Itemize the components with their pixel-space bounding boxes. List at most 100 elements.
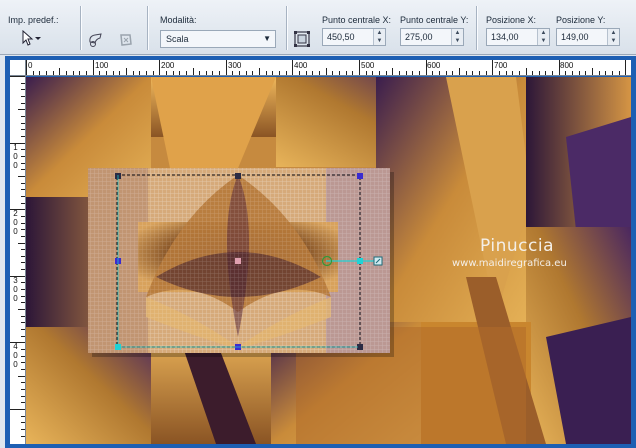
ruler-tick (259, 68, 261, 75)
ruler-tick (18, 375, 25, 377)
ruler-tick (325, 68, 327, 75)
ruler-tick (452, 71, 454, 75)
watermark-url: www.maidiregrafica.eu (452, 258, 567, 269)
center-y-stepper[interactable]: ▲ ▼ (451, 29, 463, 45)
ruler-tick (212, 71, 214, 75)
ruler-label: 0 (13, 360, 18, 369)
ruler-tick (59, 68, 61, 75)
ruler-tick (65, 71, 67, 75)
center-x-stepper[interactable]: ▲ ▼ (373, 29, 385, 45)
ruler-tick (585, 71, 587, 75)
ruler-tick (21, 428, 25, 430)
ruler-tick (21, 135, 25, 137)
ruler-label: 300 (228, 61, 242, 70)
mode-select[interactable]: Scala ▼ (160, 30, 276, 48)
ruler-tick (232, 71, 234, 75)
position-x-field[interactable]: 134,00 ▲ ▼ (486, 28, 550, 46)
ruler-tick (612, 71, 614, 75)
arrow-cursor-icon (22, 30, 41, 46)
ruler-tick (21, 155, 25, 157)
ruler-label: 500 (361, 61, 375, 70)
center-y-label: Punto centrale Y: (400, 15, 469, 25)
ruler-tick (21, 402, 25, 404)
ruler-tick (21, 249, 25, 251)
ruler-tick (292, 60, 294, 75)
ruler-tick (385, 71, 387, 75)
ruler-tick (512, 71, 514, 75)
ruler-tick (10, 209, 25, 211)
ruler-tick (345, 71, 347, 75)
center-y-field[interactable]: 275,00 ▲ ▼ (400, 28, 464, 46)
ruler-tick (485, 71, 487, 75)
center-x-label: Punto centrale X: (322, 15, 392, 25)
preset-picker-button[interactable] (18, 28, 44, 48)
ruler-tick (598, 71, 600, 75)
ruler-tick (172, 71, 174, 75)
save-preset-button[interactable] (86, 30, 106, 50)
position-x-value: 134,00 (491, 32, 519, 42)
ruler-label: 2 (13, 209, 18, 218)
ruler-tick (21, 322, 25, 324)
ruler-tick (552, 71, 554, 75)
ruler-tick (518, 71, 520, 75)
ruler-tick (532, 71, 534, 75)
ruler-tick (21, 315, 25, 317)
mode-value: Scala (166, 34, 189, 44)
ruler-tick (165, 71, 167, 75)
ruler-tick (279, 71, 281, 75)
ruler-tick (21, 415, 25, 417)
ruler-tick (239, 71, 241, 75)
separator (147, 6, 148, 50)
ruler-tick (26, 60, 27, 75)
ruler-tick (21, 89, 25, 91)
ruler-tick (545, 71, 547, 75)
ruler-tick (21, 289, 25, 291)
ruler-tick (252, 71, 254, 75)
ruler-label: 0 (28, 61, 33, 70)
vertical-ruler[interactable]: 1 0 0 2 0 0 3 0 0 4 0 0 (10, 76, 26, 444)
ruler-tick (21, 435, 25, 437)
ruler-tick (21, 329, 25, 331)
ruler-tick (21, 122, 25, 124)
ruler-tick (21, 82, 25, 84)
ruler-corner (10, 60, 26, 76)
tool-options-bar: Imp. predef.: Modalità: Scala ▼ Punto ce… (0, 0, 636, 55)
ruler-tick (472, 71, 474, 75)
transform-button[interactable] (292, 29, 312, 49)
ruler-tick (412, 71, 414, 75)
ruler-tick (625, 60, 627, 75)
ruler-tick (205, 71, 207, 75)
center-y-value: 275,00 (405, 32, 433, 42)
ruler-tick (438, 71, 440, 75)
center-x-value: 450,50 (327, 32, 355, 42)
position-x-label: Posizione X: (486, 15, 537, 25)
ruler-label: 100 (95, 61, 109, 70)
ruler-tick (21, 202, 25, 204)
ruler-tick (21, 235, 25, 237)
ruler-tick (139, 71, 141, 75)
ruler-tick (10, 342, 25, 344)
center-x-field[interactable]: 450,50 ▲ ▼ (322, 28, 386, 46)
preset-edit-icon (89, 33, 102, 47)
horizontal-ruler[interactable]: 0 100 200 300 400 500 600 700 800 (26, 60, 631, 76)
ruler-tick (505, 71, 507, 75)
position-x-stepper[interactable]: ▲ ▼ (537, 29, 549, 45)
watermark-name: Pinuccia (480, 236, 554, 256)
ruler-tick (445, 71, 447, 75)
ruler-tick (21, 422, 25, 424)
reset-preset-button[interactable] (116, 30, 136, 50)
ruler-tick (21, 189, 25, 191)
ruler-tick (112, 71, 114, 75)
separator (476, 6, 477, 50)
ruler-tick (465, 71, 467, 75)
ruler-tick (332, 71, 334, 75)
ruler-tick (132, 71, 134, 75)
ruler-tick (352, 71, 354, 75)
ruler-tick (21, 369, 25, 371)
position-y-field[interactable]: 149,00 ▲ ▼ (556, 28, 620, 46)
position-y-stepper[interactable]: ▲ ▼ (607, 29, 619, 45)
ruler-tick (478, 71, 480, 75)
ruler-tick (10, 142, 25, 144)
ruler-tick (21, 182, 25, 184)
ruler-tick (45, 71, 47, 75)
